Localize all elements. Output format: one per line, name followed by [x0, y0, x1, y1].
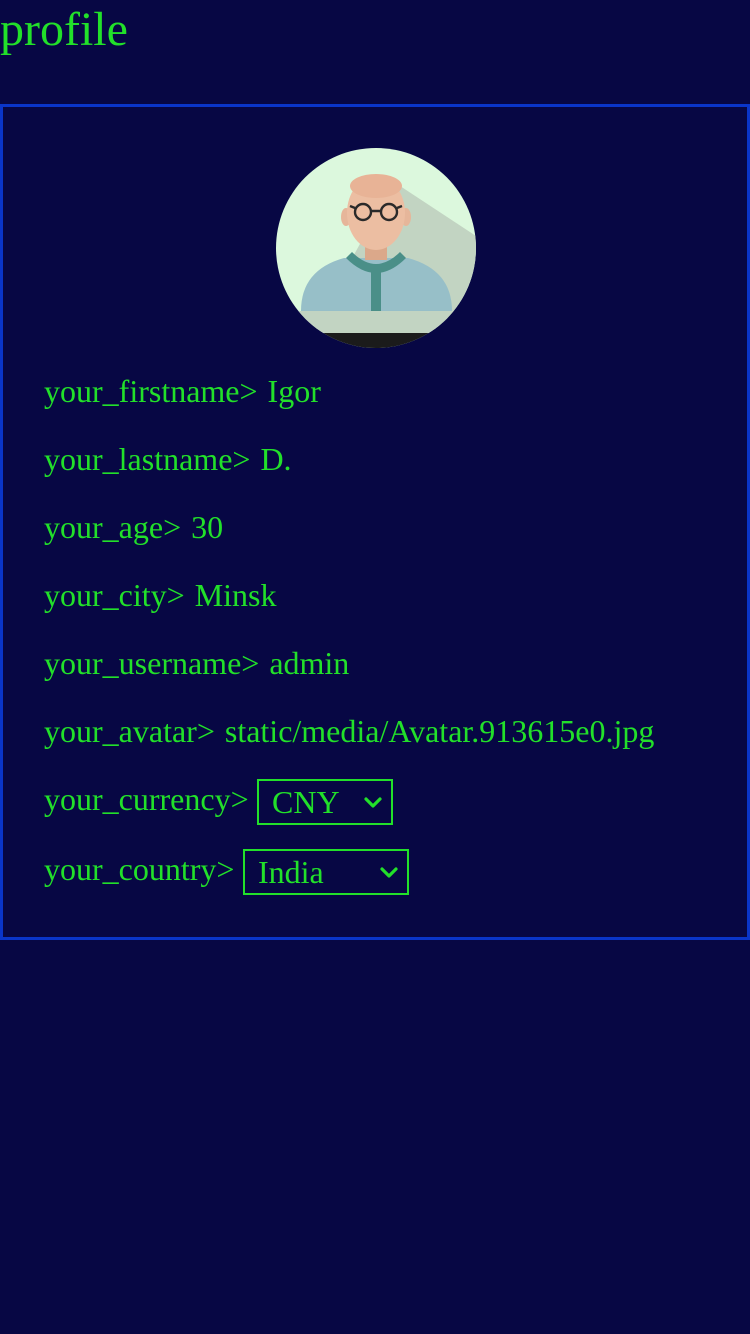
page-title: profile	[0, 3, 128, 56]
country-select[interactable]: India	[243, 849, 409, 895]
username-value: admin	[269, 645, 350, 681]
avatar-path-value: static/media/Avatar.913615e0.jpg	[224, 713, 655, 749]
city-label: your_city>	[44, 577, 185, 613]
lastname-value: D.	[260, 441, 292, 477]
firstname-value: Igor	[267, 373, 321, 409]
currency-label: your_currency>	[44, 781, 249, 817]
chevron-down-icon	[380, 867, 398, 878]
avatar	[276, 148, 476, 348]
avatar-path-row: your_avatar> static/media/Avatar.913615e0…	[44, 711, 654, 751]
currency-select[interactable]: CNY	[257, 779, 393, 825]
username-row: your_username> admin	[44, 643, 349, 683]
lastname-label: your_lastname>	[44, 441, 251, 477]
city-row: your_city> Minsk	[44, 575, 276, 615]
currency-row: your_currency> CNY	[44, 779, 424, 827]
country-label: your_country>	[44, 851, 235, 887]
username-label: your_username>	[44, 645, 260, 681]
currency-selected-value: CNY	[272, 784, 340, 820]
firstname-label: your_firstname>	[44, 373, 258, 409]
lastname-row: your_lastname> D.	[44, 439, 292, 479]
age-row: your_age> 30	[44, 507, 223, 547]
city-value: Minsk	[194, 577, 277, 613]
chevron-down-icon	[364, 797, 382, 808]
profile-card: your_firstname> Igor your_lastname> D. you…	[0, 104, 750, 940]
country-row: your_country> India	[44, 849, 424, 897]
age-value: 30	[191, 509, 224, 545]
firstname-row: your_firstname> Igor	[44, 371, 321, 411]
country-selected-value: India	[258, 854, 324, 890]
age-label: your_age>	[44, 509, 182, 545]
avatar-path-label: your_avatar>	[44, 713, 215, 749]
